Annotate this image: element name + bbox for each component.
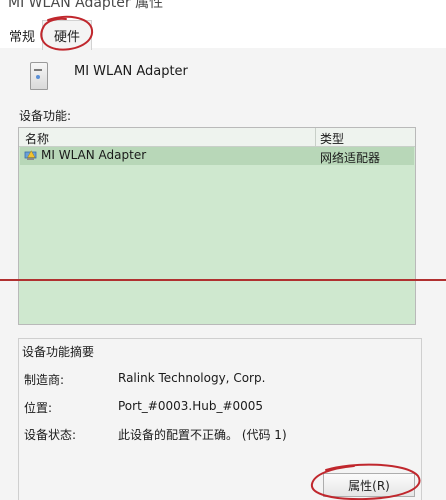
column-header-type[interactable]: 类型 (320, 130, 344, 147)
usb-adapter-icon (30, 62, 48, 90)
device-function-name: MI WLAN Adapter (41, 148, 147, 162)
device-status-value: 此设备的配置不正确。 (代码 1) (118, 428, 287, 442)
network-adapter-warning-icon (24, 150, 37, 160)
column-divider[interactable] (315, 128, 316, 146)
annotation-line (0, 279, 446, 281)
device-functions-list[interactable]: 名称 类型 MI WLAN Adapter 网络适配器 (18, 127, 416, 325)
tab-hardware[interactable]: 硬件 (42, 20, 92, 50)
window-title: MI WLAN Adapter 属性 (8, 0, 164, 11)
device-function-type: 网络适配器 (320, 151, 381, 165)
device-name: MI WLAN Adapter (74, 64, 188, 79)
manufacturer-label: 制造商: (24, 373, 65, 387)
properties-button[interactable]: 属性(R) (323, 473, 415, 497)
tab-general[interactable]: 常规 (4, 22, 40, 48)
title-bar: MI WLAN Adapter 属性 (0, 0, 446, 18)
device-status-label: 设备状态: (24, 428, 77, 442)
manufacturer-value: Ralink Technology, Corp. (118, 371, 266, 385)
list-item[interactable]: MI WLAN Adapter 网络适配器 (20, 147, 414, 165)
list-header: 名称 类型 (19, 128, 415, 147)
device-summary-title: 设备功能摘要 (22, 343, 99, 360)
column-header-name[interactable]: 名称 (25, 130, 49, 147)
device-functions-label: 设备功能: (19, 109, 72, 123)
location-value: Port_#0003.Hub_#0005 (118, 399, 264, 413)
location-label: 位置: (24, 401, 53, 415)
